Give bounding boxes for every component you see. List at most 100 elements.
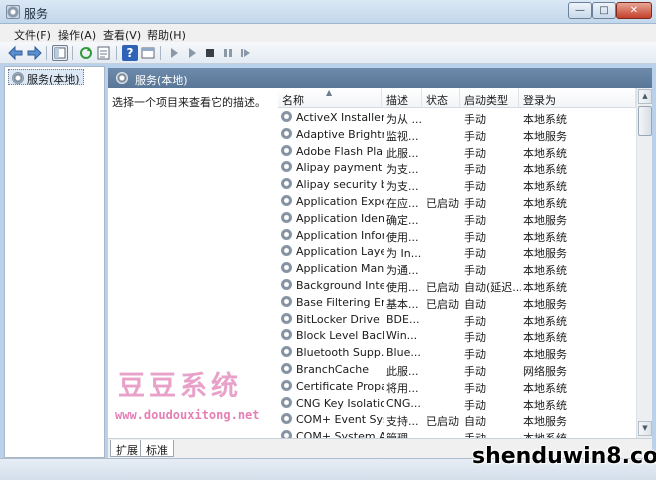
table-row[interactable]: COM+ Event Sys...支持... 已启动自动 本地服务 [278, 411, 636, 428]
stop-service-icon[interactable] [202, 45, 218, 61]
table-row[interactable]: COM+ System A...管理... 手动本地系统 [278, 428, 636, 438]
service-startup-type: 手动 [464, 430, 521, 438]
table-row[interactable]: Block Level Back...Win... 手动 本地系统 [278, 327, 636, 344]
service-description: Blue... [386, 346, 421, 360]
menu-file[interactable]: 文件(F) [14, 27, 51, 43]
service-log-on-as: 本地系统 [523, 430, 603, 438]
service-status: 已启动 [426, 281, 459, 294]
close-button[interactable]: ✕ [616, 2, 652, 19]
table-row[interactable]: Alipay security b...为支... 手动 本地系统 [278, 176, 636, 193]
forward-arrow-icon[interactable] [26, 45, 42, 61]
toolbar-separator [116, 46, 117, 60]
service-name: CNG Key Isolation [296, 396, 384, 410]
service-description: Win... [386, 329, 418, 343]
service-name: BranchCache [296, 363, 370, 376]
help-icon[interactable]: ? [122, 45, 138, 61]
service-description: 管理... [386, 430, 424, 438]
gear-icon [12, 72, 24, 84]
pause-service-icon[interactable] [220, 45, 236, 61]
table-row[interactable]: Application Man...为通... 手动 本地系统 [278, 260, 636, 277]
properties-icon[interactable] [140, 45, 156, 61]
menu-bar: 文件(F) 操作(A) 查看(V) 帮助(H) [0, 24, 656, 42]
tab-standard[interactable]: 标准 [140, 440, 174, 457]
service-startup-type: 自动 [464, 415, 486, 429]
column-header-log-on-as[interactable]: 登录为 [519, 88, 636, 108]
show-console-tree-icon[interactable] [52, 45, 68, 61]
service-name: Application Iden... [296, 211, 384, 225]
service-log-on-as: 本地系统 [523, 163, 567, 177]
tree-item-services-local[interactable]: 服务(本地) [8, 69, 84, 86]
gear-icon [281, 161, 292, 173]
service-description: 将用... [386, 381, 419, 395]
start-service-alt-icon[interactable] [184, 45, 200, 61]
gear-icon [281, 363, 292, 374]
service-name: Adaptive Brightn... [296, 127, 384, 141]
service-description: 在应... [386, 197, 419, 210]
service-log-on-as: 本地服务 [523, 297, 567, 311]
service-log-on-as: 本地系统 [523, 113, 567, 126]
table-row[interactable]: Application Infor...使用... 手动 本地系统 [278, 227, 636, 244]
column-header-description[interactable]: 描述 [382, 88, 422, 108]
service-startup-type: 手动 [464, 247, 486, 261]
table-row[interactable]: Certificate Propa...将用... 手动 本地系统 [278, 378, 636, 395]
table-row[interactable]: Alipay payment ...为支... 手动 本地系统 [278, 159, 636, 176]
scroll-thumb[interactable] [638, 106, 652, 136]
column-header-status[interactable]: 状态 [422, 88, 460, 108]
gear-icon [281, 111, 292, 122]
table-row[interactable]: ActiveX Installer ...为从 ... 手动 本地系统 [278, 109, 636, 126]
gear-icon [281, 379, 292, 391]
vertical-scrollbar[interactable]: ▲ ▼ [636, 88, 652, 438]
gear-icon [281, 178, 292, 190]
tab-extended[interactable]: 扩展 [110, 440, 144, 457]
table-row[interactable]: Base Filtering En...基本... 已启动自动 本地服务 [278, 294, 636, 311]
service-description: BDE... [386, 312, 420, 326]
gear-icon [281, 413, 292, 425]
scroll-down-arrow-icon[interactable]: ▼ [638, 421, 652, 436]
service-description: 使用... [386, 281, 419, 294]
service-startup-type: 自动 [464, 297, 486, 311]
back-arrow-icon[interactable] [8, 45, 24, 61]
menu-view[interactable]: 查看(V) [103, 27, 141, 43]
gear-icon [281, 195, 292, 206]
watermark-url: www.doudouxitong.net [115, 408, 260, 422]
service-description: 为通... [386, 264, 419, 278]
maximize-button[interactable]: □ [592, 2, 616, 19]
table-row[interactable]: Application Laye...为 In... 手动 本地服务 [278, 243, 636, 260]
minimize-button[interactable]: — [568, 2, 592, 19]
menu-action[interactable]: 操作(A) [58, 27, 96, 43]
refresh-icon[interactable] [78, 45, 94, 61]
service-name: Base Filtering En... [296, 295, 384, 309]
service-startup-type: 手动 [464, 129, 486, 143]
menu-help[interactable]: 帮助(H) [147, 27, 186, 43]
table-row[interactable]: Bluetooth Supp... Blue... 手动 本地服务 [278, 344, 636, 361]
table-row[interactable]: Application Iden...确定... 手动 本地服务 [278, 210, 636, 227]
title-bar: 服务 — □ ✕ [0, 0, 656, 24]
start-service-icon[interactable] [166, 45, 182, 61]
gear-icon [281, 144, 292, 156]
table-row[interactable]: BitLocker Drive ... BDE... 手动 本地系统 [278, 311, 636, 328]
site-watermark: shenduwin8.com [472, 444, 656, 469]
table-row[interactable]: Application Expe...在应... 已启动手动 本地系统 [278, 193, 636, 210]
service-log-on-as: 本地系统 [523, 180, 567, 194]
service-startup-type: 手动 [464, 197, 486, 210]
table-row[interactable]: CNG Key IsolationCNG... 手动 本地系统 [278, 395, 636, 412]
gear-icon [281, 329, 292, 341]
description-hint: 选择一个项目来查看它的描述。 [112, 96, 266, 109]
service-log-on-as: 本地系统 [523, 398, 567, 412]
gear-icon [281, 127, 292, 139]
column-header-startup-type[interactable]: 启动类型 [460, 88, 519, 108]
table-row[interactable]: BranchCache 此服... 手动 网络服务 [278, 361, 636, 378]
service-description: CNG... [386, 396, 421, 410]
toolbar: ? [0, 42, 656, 64]
gear-icon [281, 279, 292, 290]
export-list-icon[interactable] [96, 45, 112, 61]
scroll-up-arrow-icon[interactable]: ▲ [638, 89, 652, 104]
table-row[interactable]: Adobe Flash Pla... 此服... 手动 本地系统 [278, 143, 636, 160]
restart-service-icon[interactable] [238, 45, 254, 61]
table-row[interactable]: Adaptive Brightn...监视... 手动 本地服务 [278, 126, 636, 143]
service-log-on-as: 本地服务 [523, 129, 567, 143]
table-row[interactable]: Background Inte...使用... 已启动自动(延迟...本地系统 [278, 277, 636, 294]
column-header-name[interactable]: ▲ 名称 [278, 88, 382, 108]
gear-icon [116, 72, 128, 84]
service-description: 为支... [386, 180, 419, 194]
